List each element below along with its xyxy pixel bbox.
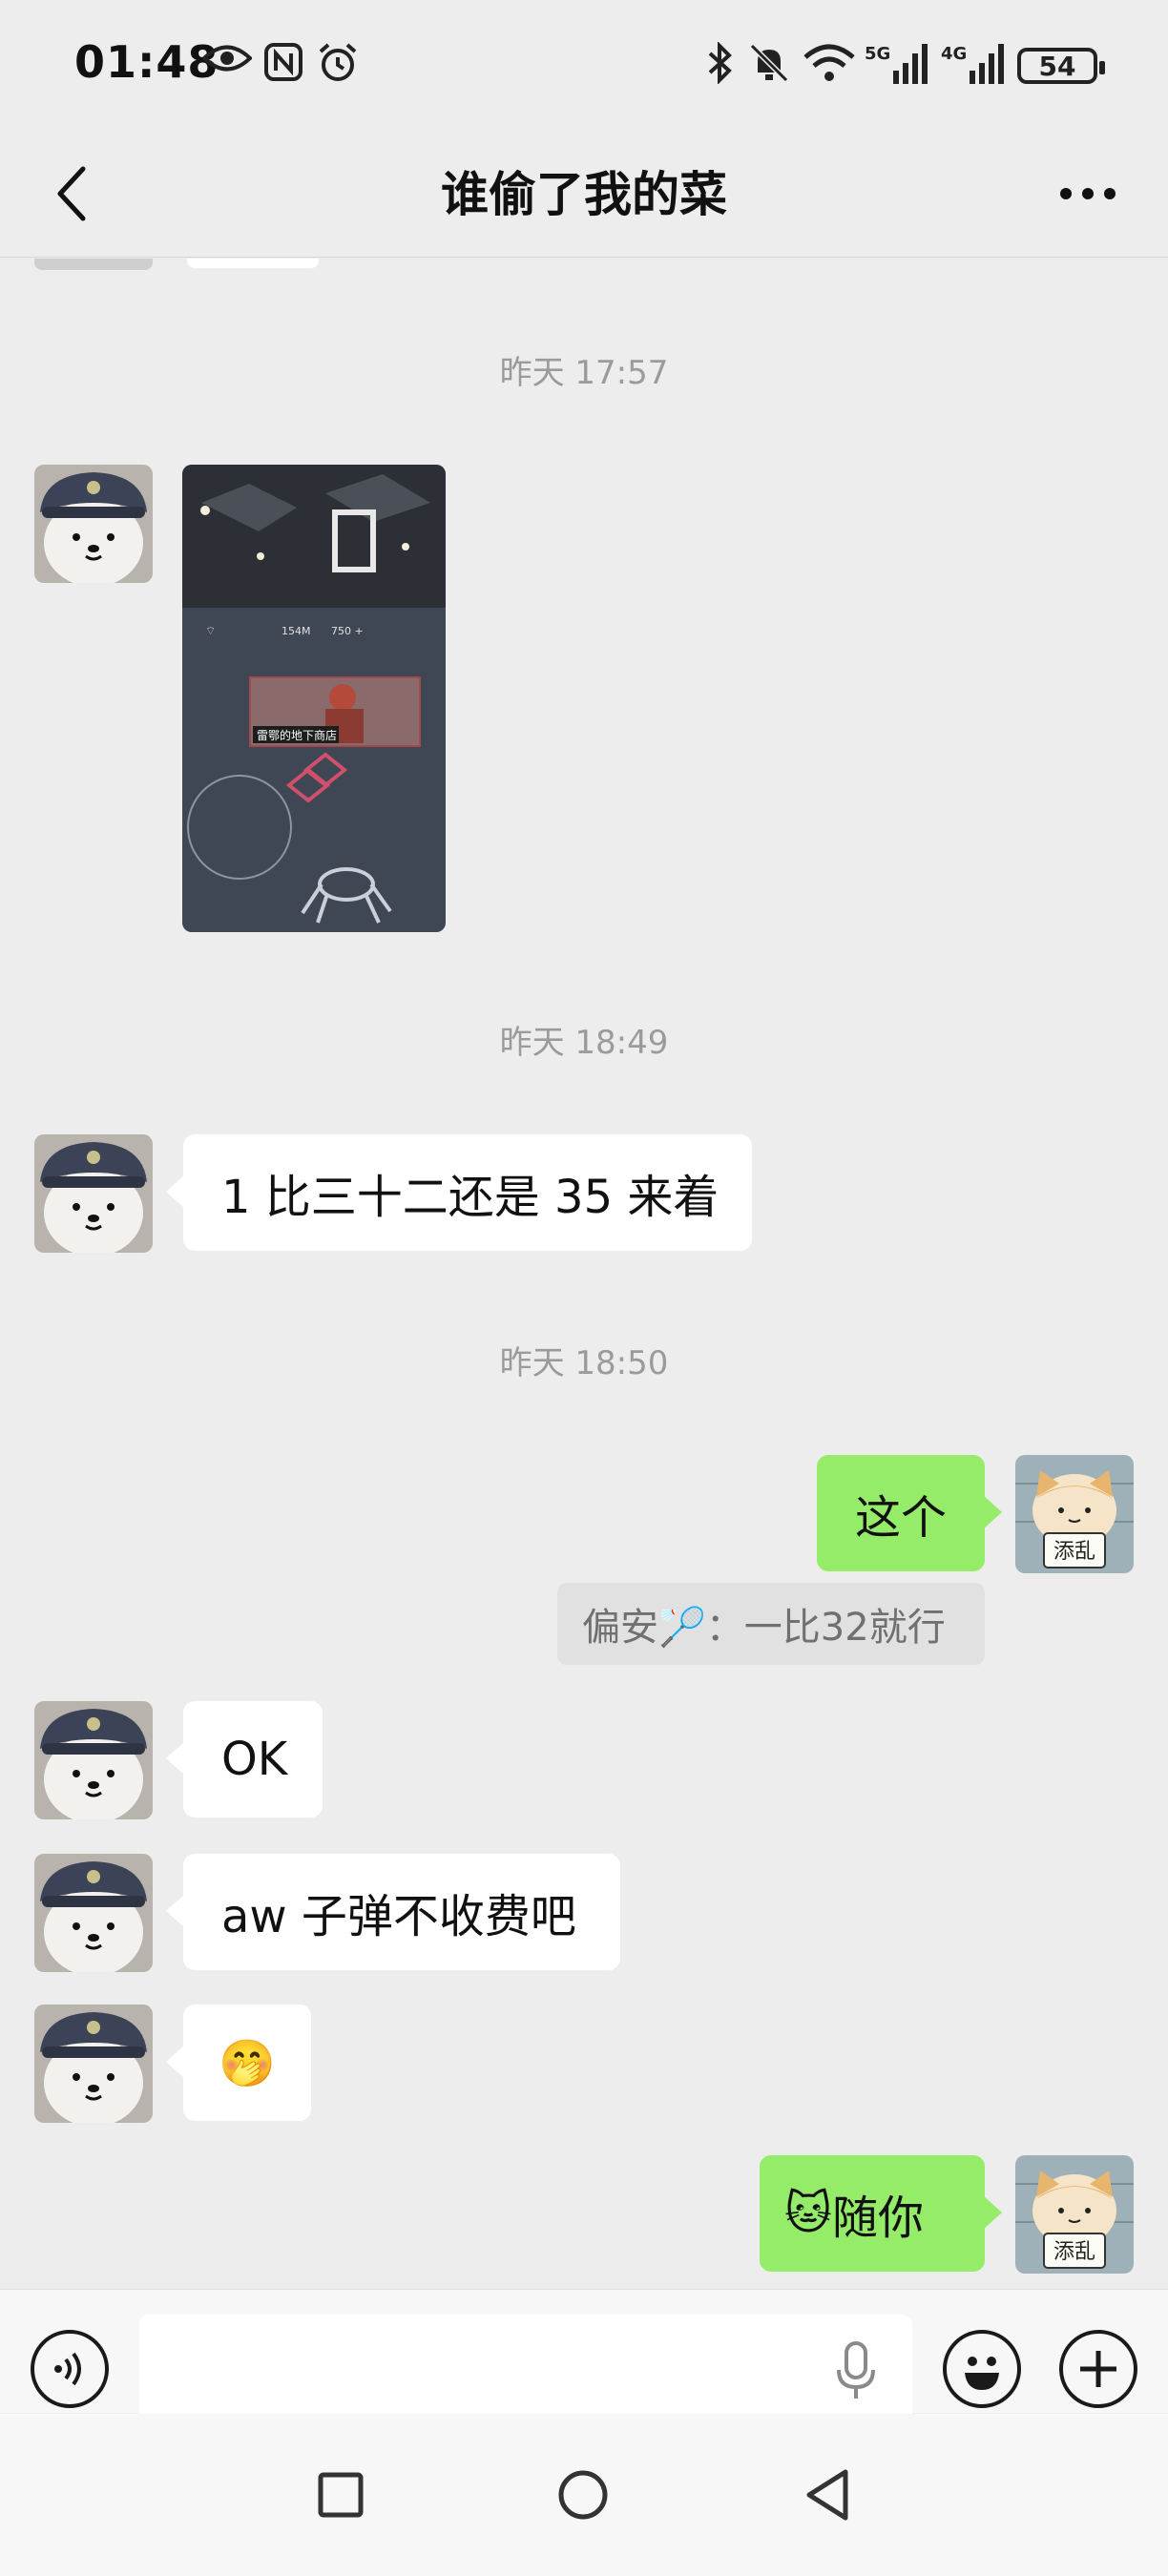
- triangle-back-icon: [806, 2469, 848, 2521]
- chat-title: 谁偷了我的菜: [441, 167, 727, 222]
- recents-button[interactable]: [307, 2462, 374, 2528]
- square-icon: [318, 2472, 364, 2518]
- timestamp: 昨天 18:50: [499, 1344, 669, 1382]
- message-list[interactable]: 昨天 17:57 ⌔ 154M 750 + 雷鄂的地下商店 昨天 18:49 1…: [0, 259, 1168, 2289]
- message-bubble-outgoing[interactable]: 🐱 随你: [760, 2155, 1002, 2272]
- svg-text:5G: 5G: [865, 44, 890, 64]
- voice-toggle-button[interactable]: [31, 2330, 109, 2408]
- svg-text:750 +: 750 +: [331, 625, 364, 637]
- input-bar: [0, 2289, 1168, 2427]
- message-bubble: [187, 259, 319, 268]
- chat-header: 谁偷了我的菜: [0, 134, 1168, 258]
- message-text: 随你: [832, 2192, 925, 2245]
- alarm-icon: [317, 42, 359, 84]
- cat-avatar-icon[interactable]: 添乱: [1015, 1455, 1134, 1573]
- photo-message[interactable]: ⌔ 154M 750 + 雷鄂的地下商店: [182, 465, 446, 932]
- more-button[interactable]: [1050, 170, 1126, 218]
- signal-5g-icon: 5G: [865, 42, 928, 86]
- mic-button[interactable]: [826, 2341, 886, 2400]
- svg-text:4G: 4G: [941, 44, 967, 64]
- svg-text:雷鄂的地下商店: 雷鄂的地下商店: [257, 728, 337, 742]
- message-bubble[interactable]: aw 子弹不收费吧: [166, 1854, 620, 1970]
- eye-icon: [202, 42, 252, 74]
- back-nav-button[interactable]: [794, 2462, 861, 2528]
- message-bubble-outgoing[interactable]: 这个: [817, 1455, 1002, 1571]
- home-button[interactable]: [550, 2462, 616, 2528]
- more-dots-icon: [1060, 188, 1116, 199]
- circle-icon: [558, 2470, 608, 2520]
- avatar: [34, 259, 153, 270]
- chat-screen: 01:48 5G 4G 54 谁偷了我的菜 昨天 17:57 ⌔ 154M 75…: [0, 0, 1168, 2576]
- bear-avatar-icon[interactable]: [34, 1854, 153, 1972]
- message-bubble-emoji[interactable]: 🤭: [166, 2005, 311, 2121]
- signal-4g-icon: 4G: [941, 42, 1004, 86]
- bear-avatar-icon[interactable]: [34, 1701, 153, 1819]
- mic-icon: [837, 2341, 875, 2399]
- svg-text:添乱: 添乱: [1053, 1540, 1095, 1564]
- nfc-icon: [263, 42, 303, 82]
- system-nav-bar: [0, 2414, 1168, 2576]
- emoji-button[interactable]: [943, 2330, 1021, 2408]
- battery-indicator: 54: [1017, 48, 1105, 84]
- svg-text:154M: 154M: [282, 625, 311, 637]
- mute-icon: [748, 42, 790, 84]
- message-input[interactable]: [139, 2315, 912, 2427]
- voice-icon: [54, 2352, 81, 2386]
- bear-avatar-icon[interactable]: [34, 1134, 153, 1253]
- timestamp: 昨天 18:49: [499, 1024, 669, 1062]
- dog-emoji-icon: 🐱: [784, 2187, 833, 2240]
- timestamp: 昨天 17:57: [499, 354, 669, 392]
- svg-text:添乱: 添乱: [1053, 2240, 1095, 2264]
- emoji-icon: [965, 2357, 999, 2390]
- plus-button[interactable]: [1059, 2330, 1137, 2408]
- quoted-message[interactable]: 偏安🏸：一比32就行: [557, 1583, 985, 1665]
- bear-avatar-icon[interactable]: [34, 465, 153, 583]
- wifi-icon: [802, 42, 857, 84]
- message-bubble[interactable]: OK: [166, 1701, 323, 1818]
- plus-icon: [1080, 2351, 1116, 2387]
- bear-avatar-icon[interactable]: [34, 2005, 153, 2123]
- svg-text:⌔: ⌔: [205, 624, 216, 637]
- cat-avatar-icon[interactable]: 添乱: [1015, 2155, 1134, 2274]
- status-bar: 01:48 5G 4G 54: [0, 0, 1168, 134]
- bluetooth-icon: [706, 42, 735, 84]
- message-bubble[interactable]: 1 比三十二还是 35 来着: [166, 1134, 752, 1251]
- status-time: 01:48: [74, 36, 219, 88]
